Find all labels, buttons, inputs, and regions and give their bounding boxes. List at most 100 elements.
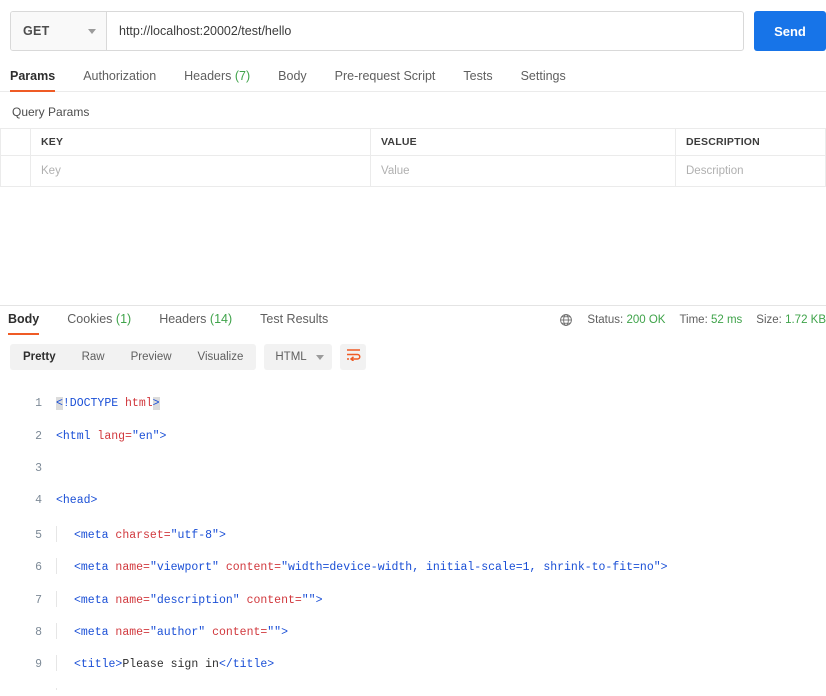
tab-label: Authorization xyxy=(83,69,157,83)
http-method-label: GET xyxy=(23,24,50,38)
code-line: 1 <!DOCTYPE html> xyxy=(0,396,826,412)
word-wrap-button[interactable] xyxy=(340,344,367,370)
view-mode-raw[interactable]: Raw xyxy=(69,344,118,370)
tab-label: Body xyxy=(8,312,40,326)
globe-icon[interactable] xyxy=(559,313,573,327)
param-description-cell[interactable]: Description xyxy=(675,155,826,187)
code-token: Please sign in xyxy=(122,658,219,672)
tab-label: Body xyxy=(278,69,307,83)
view-mode-group: Pretty Raw Preview Visualize xyxy=(10,344,257,370)
table-row[interactable]: Key Value Description xyxy=(0,155,826,187)
query-params-table: KEY VALUE DESCRIPTION Key Value Descript… xyxy=(0,128,826,187)
code-token: "" xyxy=(267,625,282,639)
response-view-toolbar: Pretty Raw Preview Visualize HTML xyxy=(0,334,826,380)
format-label: HTML xyxy=(275,351,307,363)
tab-label: Params xyxy=(10,69,56,83)
response-tab-body[interactable]: Body xyxy=(8,312,53,335)
tab-label: Cookies xyxy=(67,312,113,326)
checkbox-gutter-header xyxy=(0,128,31,156)
line-number: 5 xyxy=(35,528,42,542)
tab-settings[interactable]: Settings xyxy=(521,69,580,91)
code-token: > xyxy=(281,625,288,639)
code-token: html xyxy=(125,397,153,411)
code-token: content= xyxy=(212,625,268,639)
code-line: 7 <meta name="description" content=""> xyxy=(0,590,826,607)
line-number: 8 xyxy=(35,625,42,639)
code-token: <meta xyxy=(74,593,116,607)
line-number: 2 xyxy=(35,429,42,443)
line-number: 6 xyxy=(35,561,42,575)
code-token: </title> xyxy=(218,658,275,672)
line-number: 3 xyxy=(35,461,42,475)
status-label: Status: xyxy=(587,314,624,326)
send-button[interactable]: Send xyxy=(754,11,826,51)
code-token: <meta xyxy=(74,561,116,575)
size-value: 1.72 KB xyxy=(785,314,826,326)
tab-label: Settings xyxy=(520,69,566,83)
tab-params[interactable]: Params xyxy=(10,69,69,92)
code-token: name= xyxy=(115,561,150,575)
url-input[interactable] xyxy=(107,12,743,50)
response-tab-cookies[interactable]: Cookies (1) xyxy=(67,312,145,334)
code-token: name= xyxy=(115,593,150,607)
code-token: "author" xyxy=(149,625,206,639)
line-number: 9 xyxy=(35,658,42,672)
tab-label: Tests xyxy=(463,69,493,83)
code-token: > xyxy=(152,397,160,411)
code-token: name= xyxy=(115,625,150,639)
word-wrap-icon xyxy=(346,348,361,366)
code-token: "width=device-width, initial-scale=1, sh… xyxy=(281,561,661,575)
time-badge: Time: 52 ms xyxy=(679,314,742,326)
code-token: <head> xyxy=(56,494,98,508)
code-token: charset= xyxy=(115,528,171,542)
column-header-key: KEY xyxy=(30,128,371,156)
code-token: <meta xyxy=(74,625,116,639)
code-token: <html xyxy=(56,429,98,443)
param-key-cell[interactable]: Key xyxy=(30,155,371,187)
size-badge: Size: 1.72 KB xyxy=(756,314,826,326)
code-line: 4 <head> xyxy=(0,493,826,509)
code-line: 9 <title>Please sign in</title> xyxy=(0,655,826,672)
view-mode-pretty[interactable]: Pretty xyxy=(10,344,69,370)
query-params-title: Query Params xyxy=(12,105,90,119)
request-url-bar: GET Send xyxy=(0,0,826,62)
param-value-cell[interactable]: Value xyxy=(370,155,676,187)
response-body-code[interactable]: 1 <!DOCTYPE html> 2 <html lang="en"> 3 4 <h… xyxy=(0,380,826,690)
response-meta: Status: 200 OK Time: 52 ms Size: 1.72 KB xyxy=(559,313,826,327)
http-method-select[interactable]: GET xyxy=(11,12,107,50)
code-token: "" xyxy=(301,593,316,607)
status-badge: Status: 200 OK xyxy=(587,314,665,326)
code-line: 10<link href="https://maxcdn.bootstrapcd… xyxy=(0,687,826,690)
tab-body[interactable]: Body xyxy=(278,69,321,91)
table-header-row: KEY VALUE DESCRIPTION xyxy=(0,128,826,156)
method-url-group: GET xyxy=(10,11,744,51)
code-token: lang= xyxy=(97,429,132,443)
format-select[interactable]: HTML xyxy=(264,344,333,370)
code-token: content= xyxy=(246,593,302,607)
view-mode-preview[interactable]: Preview xyxy=(118,344,185,370)
code-token: <meta xyxy=(74,528,116,542)
tab-tests[interactable]: Tests xyxy=(463,69,506,91)
tab-label: Headers xyxy=(159,312,207,326)
tab-count: (14) xyxy=(209,312,233,326)
time-label: Time: xyxy=(679,314,708,326)
code-token: > xyxy=(218,528,226,542)
code-token: "description" xyxy=(149,593,240,607)
response-tab-headers[interactable]: Headers (14) xyxy=(159,312,246,334)
view-mode-visualize[interactable]: Visualize xyxy=(185,344,257,370)
tab-headers[interactable]: Headers (7) xyxy=(184,69,264,91)
tab-pre-request-script[interactable]: Pre-request Script xyxy=(335,69,450,91)
response-tab-test-results[interactable]: Test Results xyxy=(260,312,342,334)
tab-label: Headers xyxy=(184,69,232,83)
request-tabs: Params Authorization Headers (7) Body Pr… xyxy=(0,62,826,92)
tab-count: (7) xyxy=(234,69,251,83)
tab-count: (1) xyxy=(115,312,132,326)
tab-label: Pre-request Script xyxy=(334,69,436,83)
code-line: 2 <html lang="en"> xyxy=(0,429,826,445)
row-checkbox-cell[interactable] xyxy=(0,155,31,187)
tab-authorization[interactable]: Authorization xyxy=(83,69,170,91)
line-number: 7 xyxy=(35,593,42,607)
time-value: 52 ms xyxy=(710,314,743,326)
line-number: 4 xyxy=(35,494,42,508)
code-token: > xyxy=(660,561,668,575)
